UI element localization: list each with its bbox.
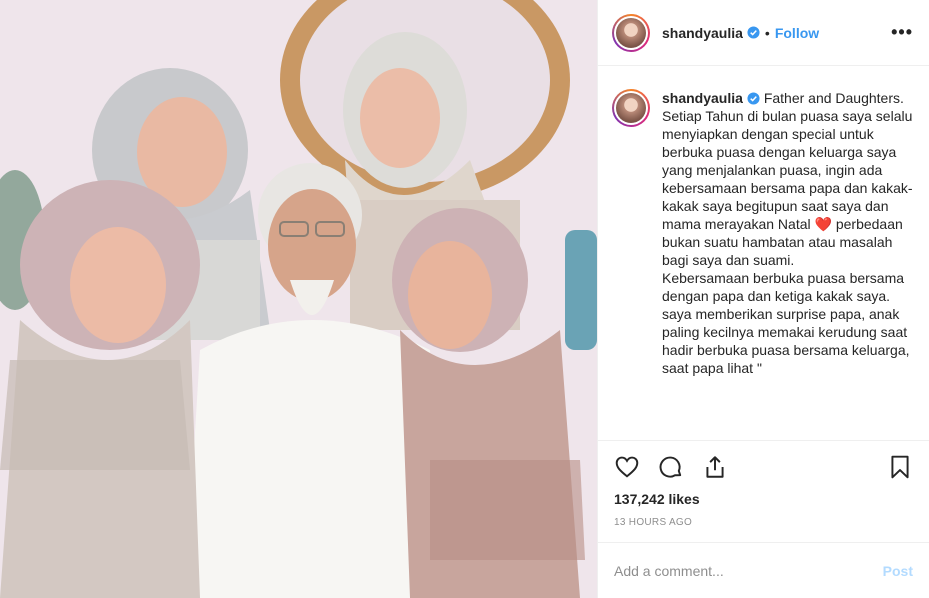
red-heart-emoji: ❤️ bbox=[814, 216, 832, 232]
share-upload-icon[interactable] bbox=[702, 454, 728, 480]
more-options-icon[interactable]: ••• bbox=[891, 22, 913, 43]
verified-badge-icon bbox=[747, 26, 760, 39]
avatar-image bbox=[616, 17, 646, 48]
action-icons bbox=[614, 441, 913, 493]
post-timestamp[interactable]: 13 HOURS AGO bbox=[614, 517, 913, 528]
caption-line-4: Kebersamaan berbuka puasa bersama dengan… bbox=[662, 270, 905, 304]
likes-count[interactable]: 137,242 likes bbox=[614, 491, 913, 507]
profile-avatar[interactable] bbox=[612, 13, 650, 52]
caption-avatar[interactable] bbox=[612, 89, 650, 127]
comment-bubble-icon[interactable] bbox=[658, 454, 684, 480]
avatar-image bbox=[616, 93, 646, 123]
family-photo-illustration bbox=[0, 0, 597, 598]
post-side-panel: shandyaulia • Follow ••• shandyaulia Fat… bbox=[597, 0, 929, 598]
separator-dot: • bbox=[764, 24, 770, 41]
post-comment-button[interactable]: Post bbox=[883, 563, 913, 579]
follow-button[interactable]: Follow bbox=[775, 25, 819, 41]
heart-outline-icon[interactable] bbox=[614, 454, 640, 480]
caption-line-2: Setiap Tahun di bulan puasa saya selalu … bbox=[662, 108, 913, 232]
post-header: shandyaulia • Follow ••• bbox=[598, 0, 929, 66]
bookmark-icon[interactable] bbox=[887, 454, 913, 480]
comment-input[interactable] bbox=[614, 562, 883, 579]
caption-row: shandyaulia Father and Daughters. Setiap… bbox=[612, 89, 913, 377]
caption-text: shandyaulia Father and Daughters. Setiap… bbox=[662, 89, 913, 377]
actions-area: 137,242 likes 13 HOURS AGO bbox=[598, 440, 929, 542]
caption-line-1: Father and Daughters. bbox=[763, 90, 904, 106]
caption-area: shandyaulia Father and Daughters. Setiap… bbox=[598, 67, 929, 440]
comment-bar: Post bbox=[598, 542, 929, 598]
caption-line-5: saya memberikan surprise papa, anak pali… bbox=[662, 306, 910, 376]
verified-badge-icon bbox=[747, 92, 760, 105]
caption-username[interactable]: shandyaulia bbox=[662, 90, 743, 106]
header-username[interactable]: shandyaulia bbox=[662, 25, 743, 41]
post-photo[interactable] bbox=[0, 0, 597, 598]
